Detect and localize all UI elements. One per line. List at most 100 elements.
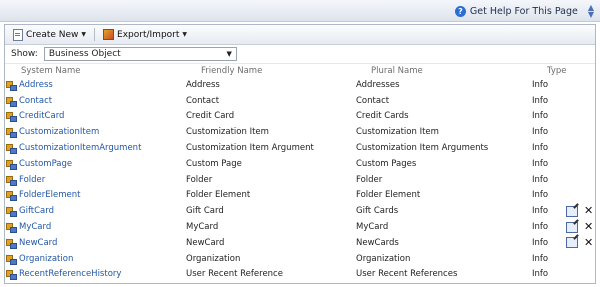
system-name-link[interactable]: CreditCard xyxy=(19,111,64,121)
business-object-icon xyxy=(6,222,17,234)
toolbar-separator xyxy=(94,28,96,41)
col-type[interactable]: Type xyxy=(547,66,581,76)
business-object-icon xyxy=(6,159,17,170)
system-name-cell: Folder xyxy=(5,175,185,186)
export-import-label: Export/Import xyxy=(117,29,180,40)
col-friendly-name[interactable]: Friendly Name xyxy=(200,66,370,76)
type-cell: Info xyxy=(532,127,549,138)
system-name-link[interactable]: RecentReferenceHistory xyxy=(19,269,121,279)
objects-panel: Create New ▼ Export/Import ▼ Show: Busin… xyxy=(4,24,596,284)
plural-name-cell: Contact xyxy=(356,95,390,106)
friendly-name-cell: Credit Card xyxy=(186,111,235,122)
system-name-link[interactable]: Organization xyxy=(19,254,73,264)
document-icon xyxy=(13,28,23,41)
collapse-toggle-icon[interactable]: ▲ ▼ xyxy=(588,4,594,19)
system-name-link[interactable]: MyCard xyxy=(19,222,51,232)
plural-name-cell: Folder Element xyxy=(356,190,421,201)
create-new-button[interactable]: Create New ▼ xyxy=(9,28,90,42)
plural-name-cell: Customization Item Arguments xyxy=(356,143,489,154)
table-row: RecentReferenceHistory User Recent Refere… xyxy=(5,267,595,283)
friendly-name-cell: Custom Page xyxy=(186,158,242,169)
friendly-name-cell: NewCard xyxy=(186,237,225,248)
table-row: Address Address Addresses Info xyxy=(5,77,595,93)
chevron-down-icon: ▼ xyxy=(226,50,232,58)
friendly-name-cell: Address xyxy=(186,79,220,90)
type-cell: Info xyxy=(532,95,549,106)
system-name-link[interactable]: Address xyxy=(19,80,53,90)
table-header: System Name Friendly Name Plural Name Ty… xyxy=(5,64,595,77)
business-object-icon xyxy=(6,206,17,218)
table-row: CustomizationItemArgument Customization I… xyxy=(5,140,595,156)
filter-row: Show: Business Object ▼ xyxy=(5,45,595,64)
table-row: Organization Organization Organization Info xyxy=(5,251,595,267)
system-name-link[interactable]: NewCard xyxy=(19,238,57,248)
show-select[interactable]: Business Object ▼ xyxy=(43,47,237,61)
business-object-icon xyxy=(6,190,17,202)
plural-name-cell: Customization Item xyxy=(356,127,439,138)
friendly-name-cell: Customization Item Argument xyxy=(186,143,314,154)
plural-name-cell: Custom Pages xyxy=(356,158,417,169)
friendly-name-cell: Contact xyxy=(186,95,220,106)
objects-table: System Name Friendly Name Plural Name Ty… xyxy=(5,64,595,282)
system-name-link[interactable]: CustomPage xyxy=(19,159,72,169)
type-cell: Info xyxy=(532,111,549,122)
delete-icon[interactable]: ✕ xyxy=(584,205,593,216)
system-name-link[interactable]: CustomizationItemArgument xyxy=(19,143,141,153)
table-row: NewCard NewCard NewCards Info ✕ xyxy=(5,235,595,251)
system-name-link[interactable]: GiftCard xyxy=(19,206,54,216)
friendly-name-cell: Folder Element xyxy=(186,190,251,201)
system-name-cell: CustomizationItemArgument xyxy=(5,143,185,155)
help-link[interactable]: ? Get Help For This Page ▲ ▼ xyxy=(454,4,594,19)
friendly-name-cell: MyCard xyxy=(186,222,219,233)
plural-name-cell: NewCards xyxy=(356,237,399,248)
edit-icon[interactable] xyxy=(566,205,578,217)
top-bar: ? Get Help For This Page ▲ ▼ xyxy=(0,0,600,22)
system-name-link[interactable]: CustomizationItem xyxy=(19,127,99,137)
friendly-name-cell: Gift Card xyxy=(186,206,224,217)
plural-name-cell: Organization xyxy=(356,253,411,264)
system-name-link[interactable]: FolderElement xyxy=(19,190,80,200)
dropdown-arrow-icon: ▼ xyxy=(81,31,87,38)
show-label: Show: xyxy=(11,49,38,59)
type-cell: Info xyxy=(532,237,549,248)
system-name-link[interactable]: Folder xyxy=(19,175,45,185)
system-name-cell: FolderElement xyxy=(5,190,185,202)
table-row: Folder Folder Folder Info xyxy=(5,172,595,188)
type-cell: Info xyxy=(532,79,549,90)
business-object-icon xyxy=(6,254,17,265)
table-row: Contact Contact Contact Info xyxy=(5,93,595,109)
export-icon xyxy=(103,29,115,40)
business-object-icon xyxy=(6,111,17,123)
type-cell: Info xyxy=(532,174,549,185)
type-cell: Info xyxy=(532,143,549,154)
row-actions: ✕ xyxy=(566,205,593,217)
system-name-cell: GiftCard xyxy=(5,206,185,218)
create-new-label: Create New xyxy=(26,29,79,40)
table-row: FolderElement Folder Element Folder Elemen… xyxy=(5,188,595,204)
col-plural-name[interactable]: Plural Name xyxy=(370,66,547,76)
delete-icon[interactable]: ✕ xyxy=(584,237,593,248)
edit-icon[interactable] xyxy=(566,221,578,233)
business-object-icon xyxy=(6,80,17,91)
plural-name-cell: Gift Cards xyxy=(356,206,399,217)
system-name-cell: CustomPage xyxy=(5,159,185,170)
system-name-cell: MyCard xyxy=(5,222,185,234)
edit-icon[interactable] xyxy=(566,237,578,249)
help-label: Get Help For This Page xyxy=(469,5,578,17)
table-row: CustomizationItem Customization Item Custo… xyxy=(5,124,595,140)
friendly-name-cell: Organization xyxy=(186,253,241,264)
table-row: MyCard MyCard MyCard Info ✕ xyxy=(5,219,595,235)
type-cell: Info xyxy=(532,253,549,264)
system-name-cell: CreditCard xyxy=(5,111,185,123)
col-system-name[interactable]: System Name xyxy=(5,66,200,76)
system-name-cell: RecentReferenceHistory xyxy=(5,269,185,281)
table-row: GiftCard Gift Card Gift Cards Info ✕ xyxy=(5,203,595,219)
system-name-cell: Organization xyxy=(5,254,185,265)
friendly-name-cell: User Recent Reference xyxy=(186,269,283,280)
delete-icon[interactable]: ✕ xyxy=(584,221,593,232)
export-import-button[interactable]: Export/Import ▼ xyxy=(99,28,191,41)
business-object-icon xyxy=(6,143,17,155)
system-name-link[interactable]: Contact xyxy=(19,96,52,106)
type-cell: Info xyxy=(532,269,549,280)
plural-name-cell: MyCard xyxy=(356,222,389,233)
